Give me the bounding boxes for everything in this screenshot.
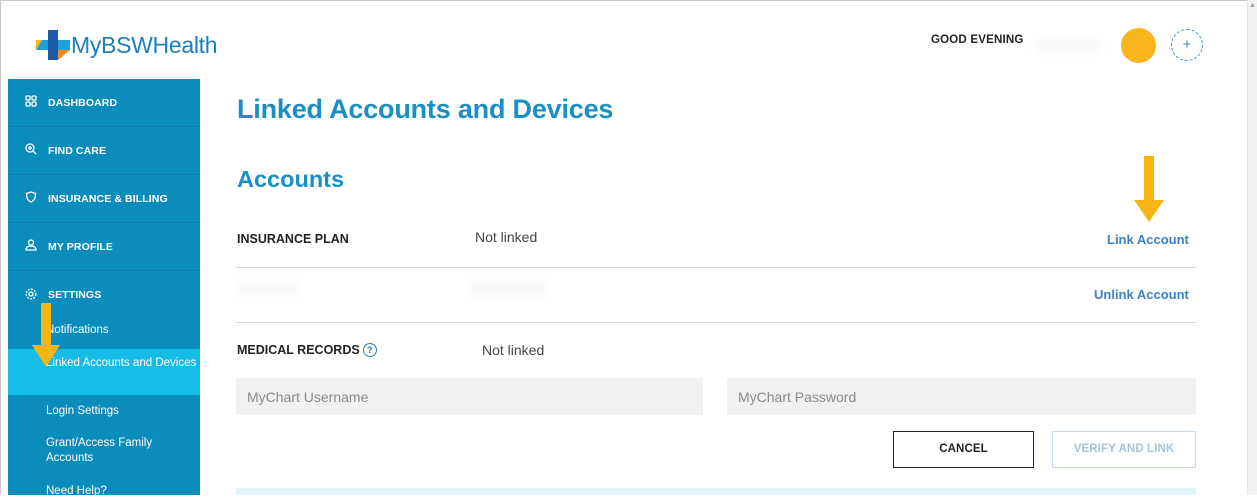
sidebar-subitem-login-settings[interactable]: Login Settings [8,404,200,419]
sidebar-item-label: FIND CARE [48,144,107,157]
shield-icon [24,191,38,206]
help-icon[interactable]: ? [362,343,377,357]
mychart-username-input[interactable] [236,378,703,415]
info-banner [236,488,1196,495]
insurance-status: Not linked [475,229,538,245]
avatar[interactable] [1121,28,1156,63]
verify-and-link-button[interactable]: VERIFY AND LINK [1052,431,1196,468]
scrollbar[interactable]: ▲ [1247,0,1257,495]
annotation-arrow-icon [1134,156,1164,222]
grid-icon [24,95,38,110]
medical-records-label: MEDICAL RECORDS? [237,343,377,357]
redacted-account-status [470,282,545,296]
user-icon [24,239,38,254]
link-account-link[interactable]: Link Account [1107,232,1189,247]
insurance-plan-label: INSURANCE PLAN [237,232,349,246]
page-title: Linked Accounts and Devices [237,94,614,124]
header: MyBSWHealth GOOD EVENING + [1,1,1239,79]
sidebar-subitem-need-help[interactable]: Need Help? [8,484,200,499]
logo[interactable]: MyBSWHealth [36,30,218,60]
search-plus-icon [24,143,38,158]
cancel-button[interactable]: CANCEL [893,431,1034,468]
medical-records-text: MEDICAL RECORDS [237,343,360,357]
annotation-arrow-icon [32,303,60,367]
divider [236,322,1196,323]
sidebar-item-dashboard[interactable]: DASHBOARD [8,79,200,127]
bsw-cross-icon [36,30,70,60]
sidebar-item-insurance-billing[interactable]: INSURANCE & BILLING [8,175,200,223]
logo-text: MyBSWHealth [71,31,218,58]
sidebar: DASHBOARD FIND CARE INSURANCE & BILLING … [8,79,200,497]
sidebar-item-label: MY PROFILE [48,240,113,253]
redacted-account-name [238,284,298,294]
sidebar-item-label: DASHBOARD [48,96,118,109]
divider [236,267,1196,268]
sidebar-item-find-care[interactable]: FIND CARE [8,127,200,175]
scroll-up-icon[interactable]: ▲ [1249,2,1256,9]
greeting-text: GOOD EVENING [931,34,1024,46]
gear-icon [24,288,38,303]
sidebar-item-label: SETTINGS [48,289,102,301]
medical-records-status: Not linked [482,342,545,358]
sidebar-item-label: INSURANCE & BILLING [48,192,168,205]
redacted-name [1037,39,1099,51]
mychart-password-input[interactable] [727,378,1196,415]
section-title: Accounts [237,166,345,192]
add-account-button[interactable]: + [1171,29,1203,61]
unlink-account-link[interactable]: Unlink Account [1094,287,1189,302]
sidebar-subitem-family-accounts[interactable]: Grant/Access Family Accounts [8,436,168,466]
sidebar-item-my-profile[interactable]: MY PROFILE [8,223,200,271]
